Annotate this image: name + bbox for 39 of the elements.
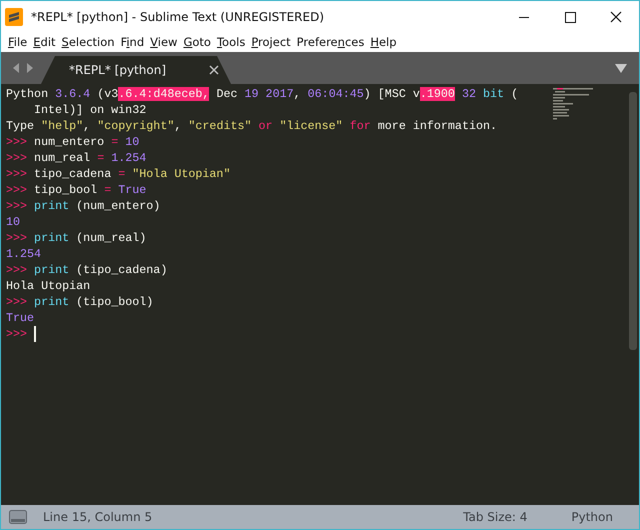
code-line: >>> print (num_entero) [6,198,160,214]
menu-item[interactable]: Help [367,33,400,51]
menu-item[interactable]: Preferences [294,33,368,51]
code-line: >>> tipo_bool = True [6,182,146,198]
editor-tab[interactable]: *REPL* [python] [41,56,231,84]
code-line: >>> num_real = 1.254 [6,150,146,166]
menu-item[interactable]: Goto [180,33,214,51]
window-title: *REPL* [python] - Sublime Text (UNREGISTERED) [31,8,324,26]
menu-item[interactable]: Tools [214,33,248,51]
wrapped-code-line: Intel)] on win32 [33,102,146,118]
dropdown-icon[interactable] [615,63,627,73]
code-line: >>> print (tipo_bool) [6,294,154,310]
code-line: 1.254 [6,246,42,262]
menu-item[interactable]: Selection [58,33,118,51]
cursor-position: Line 15, Column 5 [43,509,152,526]
code-line: >>> num_entero = 10 [6,134,140,150]
syntax-indicator[interactable]: Python [571,508,613,526]
code-line: Type "help", "copyright", "credits" or "license" for more information. [6,118,498,134]
minimap-drawing [553,88,593,120]
menu-item[interactable]: Project [248,33,294,51]
back-arrow-icon[interactable] [11,62,21,74]
forward-arrow-icon[interactable] [25,62,35,74]
code-line: >>> tipo_cadena = "Hola Utopian" [6,166,230,182]
tab-size-indicator[interactable]: Tab Size: 4 [463,508,528,526]
code-line: 10 [6,214,20,230]
menu-item[interactable]: Edit [30,33,59,51]
code-line: Python 3.6.4 (v3.6.4:d48eceb, Dec 19 2017, 06:04:45) [MSC v.1900 32 bit ( [6,86,518,102]
code-line: >>> print (num_real) [6,230,146,246]
app-logo-icon [5,8,23,26]
menu-item[interactable]: File [5,33,30,51]
code-line: Hola Utopian [6,278,90,294]
menu-item[interactable]: View [147,33,180,51]
code-line: >>> print (tipo_cadena) [6,262,168,278]
scrollbar-thumb[interactable] [629,92,637,350]
code-line: >>> [6,326,28,342]
panel-icon[interactable] [9,510,27,524]
close-tab-icon[interactable] [209,65,219,75]
code-line: True [6,310,34,326]
menu-item[interactable]: Find [118,33,148,51]
